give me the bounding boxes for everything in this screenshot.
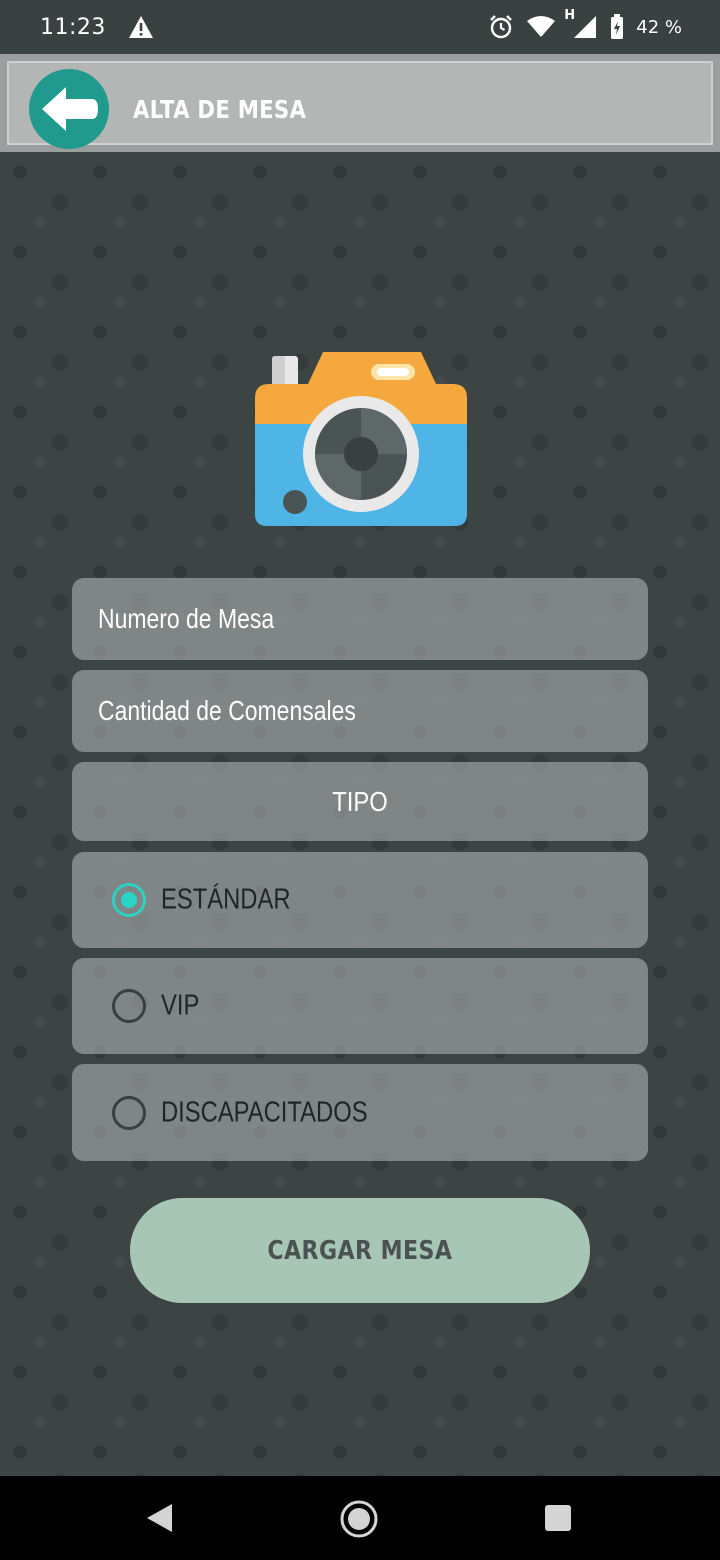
diners-count-field[interactable]: Cantidad de Comensales (72, 670, 648, 752)
radio-option-vip[interactable]: VIP (72, 958, 648, 1054)
radio-option-disabled[interactable]: DISCAPACITADOS (72, 1064, 648, 1161)
app-bar: ALTA DE MESA (0, 54, 720, 152)
camera-icon[interactable] (255, 350, 467, 528)
signal-icon: H (564, 8, 598, 40)
page-title: ALTA DE MESA (133, 95, 307, 124)
type-label: TIPO (332, 785, 388, 817)
load-table-button-label: CARGAR MESA (267, 1235, 453, 1266)
back-button[interactable] (29, 69, 109, 149)
radio-label-standard: ESTÁNDAR (161, 883, 291, 916)
status-bar: 11:23 H 42 % (0, 0, 720, 54)
radio-label-disabled: DISCAPACITADOS (161, 1096, 368, 1128)
table-number-field[interactable]: Numero de Mesa (72, 578, 648, 660)
diners-count-placeholder: Cantidad de Comensales (98, 695, 356, 726)
arrow-left-icon (42, 87, 98, 131)
navigation-bar (0, 1476, 720, 1560)
status-time: 11:23 (40, 14, 106, 40)
nav-back-icon[interactable] (145, 1502, 175, 1534)
radio-label-vip: VIP (161, 989, 200, 1022)
alarm-icon (490, 15, 513, 39)
app-bar-inner: ALTA DE MESA (7, 61, 713, 149)
radio-button-unchecked[interactable] (112, 1095, 146, 1130)
nav-home-icon[interactable] (339, 1499, 379, 1539)
type-header: TIPO (72, 762, 648, 841)
radio-button-unchecked[interactable] (112, 989, 146, 1023)
warning-icon (128, 16, 153, 38)
battery-percent: 42 % (636, 16, 682, 38)
battery-icon (611, 14, 624, 39)
radio-button-checked[interactable] (112, 883, 146, 917)
nav-recents-icon[interactable] (545, 1505, 571, 1531)
radio-option-standard[interactable]: ESTÁNDAR (72, 852, 648, 948)
status-icons: H 42 % (488, 8, 682, 40)
wifi-icon (527, 16, 556, 37)
table-number-placeholder: Numero de Mesa (98, 603, 275, 634)
load-table-button[interactable]: CARGAR MESA (130, 1198, 590, 1303)
